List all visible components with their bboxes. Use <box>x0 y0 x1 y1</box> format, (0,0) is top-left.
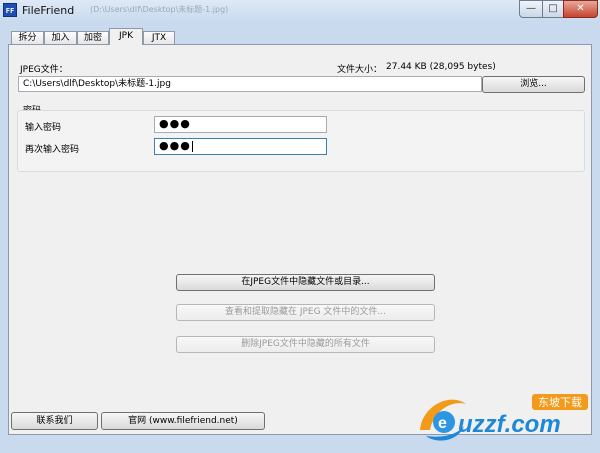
svg-text:东坡下载: 东坡下载 <box>538 396 582 409</box>
minimize-button[interactable]: — <box>519 0 543 18</box>
tab-split[interactable]: 拆分 <box>11 31 44 45</box>
window-subtitle: (D:\Users\dlf\Desktop\未标题-1.jpg) <box>90 5 229 14</box>
delete-hidden-files-button[interactable]: 删除JPEG文件中隐藏的所有文件 <box>176 336 435 353</box>
browse-button[interactable]: 浏览... <box>482 76 585 93</box>
reenter-password-input[interactable]: ●●● <box>154 138 327 155</box>
tab-jtx[interactable]: JTX <box>143 31 175 45</box>
tab-jpk[interactable]: JPK <box>109 28 143 45</box>
file-size-label: 文件大小： <box>337 65 383 75</box>
enter-password-input[interactable]: ●●● <box>154 116 327 133</box>
maximize-button[interactable]: □ <box>542 0 564 18</box>
contact-us-button[interactable]: 联系我们 <box>11 412 98 430</box>
file-path-field[interactable]: C:\Users\dlf\Desktop\未标题-1.jpg <box>18 76 482 92</box>
file-size-value: 27.44 KB (28,095 bytes) <box>386 62 496 72</box>
website-button[interactable]: 官网 (www.filefriend.net) <box>101 412 265 430</box>
tab-encrypt[interactable]: 加密 <box>77 31 109 45</box>
enter-password-value: ●●● <box>159 117 191 130</box>
app-icon: FF <box>3 3 17 17</box>
hide-files-button[interactable]: 在JPEG文件中隐藏文件或目录... <box>176 274 435 291</box>
tab-panel-jpk: JPEG文件： 文件大小： 27.44 KB (28,095 bytes) C:… <box>8 44 592 435</box>
uzzf-logo-icon: e uzzf.com 东坡下载 <box>420 394 588 441</box>
extract-files-button[interactable]: 查看和提取隐藏在 JPEG 文件中的文件... <box>176 304 435 321</box>
title-bar[interactable]: FF FileFriend (D:\Users\dlf\Desktop\未标题-… <box>0 0 600 22</box>
jpeg-file-label: JPEG文件： <box>20 65 68 75</box>
app-window: FF FileFriend (D:\Users\dlf\Desktop\未标题-… <box>0 0 600 453</box>
window-title: FileFriend <box>22 4 75 17</box>
svg-text:e: e <box>438 415 447 432</box>
svg-text:uzzf.com: uzzf.com <box>458 411 561 438</box>
tab-join[interactable]: 加入 <box>44 31 77 45</box>
enter-password-label: 输入密码 <box>25 123 62 133</box>
text-caret <box>191 140 193 152</box>
uzzf-watermark-logo: e uzzf.com 东坡下载 <box>412 386 592 448</box>
reenter-password-value: ●●● <box>159 139 191 152</box>
reenter-password-label: 再次输入密码 <box>25 145 80 155</box>
close-button[interactable]: ✕ <box>563 0 598 18</box>
